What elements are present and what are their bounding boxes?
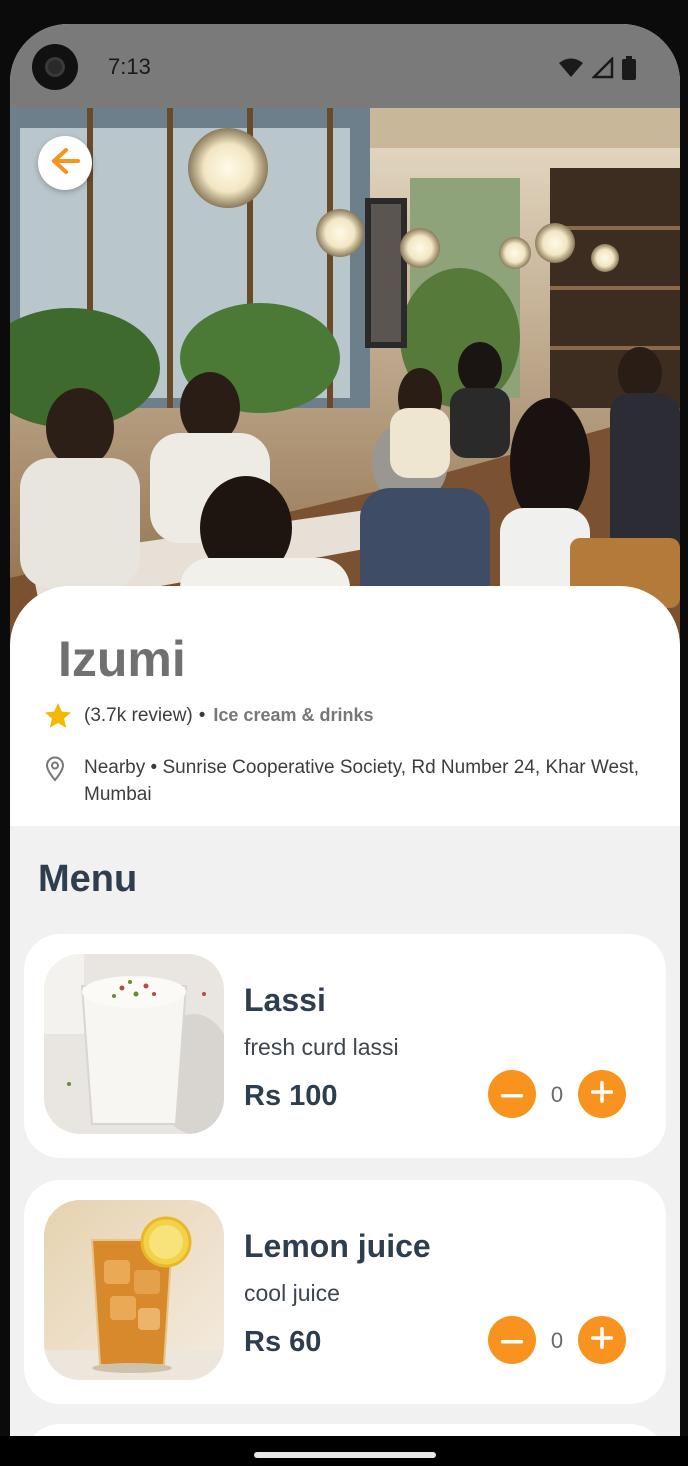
menu-item-price: Rs 100 <box>244 1080 338 1112</box>
menu-item-card[interactable]: Lassi fresh curd lassi Rs 100 0 <box>24 934 666 1158</box>
address-row: Nearby • Sunrise Cooperative Society, Rd… <box>44 754 674 808</box>
status-bar: 7:13 <box>10 24 680 108</box>
arrow-left-icon <box>50 147 80 180</box>
lassi-image <box>44 954 224 1134</box>
wifi-icon <box>558 57 584 84</box>
status-icons <box>558 55 636 85</box>
restaurant-address: Nearby • Sunrise Cooperative Society, Rd… <box>84 757 640 805</box>
home-gesture-handle[interactable] <box>254 1452 436 1458</box>
minus-icon <box>501 1331 523 1349</box>
menu-item-price: Rs 60 <box>244 1326 322 1358</box>
front-camera <box>32 44 78 90</box>
location-pin-icon <box>44 756 66 790</box>
quantity-value: 0 <box>550 1328 564 1353</box>
signal-icon <box>590 55 614 84</box>
decrease-quantity-button[interactable] <box>488 1316 536 1364</box>
decrease-quantity-button[interactable] <box>488 1070 536 1118</box>
menu-item-card-partial[interactable] <box>24 1424 666 1436</box>
lemon-juice-image <box>44 1200 224 1380</box>
rating-separator: • <box>198 704 206 726</box>
restaurant-category: Ice cream & drinks <box>213 705 374 725</box>
minus-icon <box>501 1085 523 1103</box>
restaurant-name: Izumi <box>58 631 186 687</box>
device-frame: 7:13 Izumi (3.7k review) • Ice cream & d… <box>0 0 688 1466</box>
quantity-stepper: 0 <box>488 1070 626 1118</box>
menu-item-card[interactable]: Lemon juice cool juice Rs 60 0 <box>24 1180 666 1404</box>
menu-item-name: Lemon juice <box>244 1228 431 1264</box>
restaurant-info-card: Izumi (3.7k review) • Ice cream & drinks… <box>10 586 680 826</box>
navigation-bar <box>0 1436 688 1466</box>
app-screen: 7:13 Izumi (3.7k review) • Ice cream & d… <box>10 24 680 1436</box>
star-icon <box>44 702 72 729</box>
menu-item-name: Lassi <box>244 982 326 1018</box>
increase-quantity-button[interactable] <box>578 1070 626 1118</box>
restaurant-hero-image <box>10 108 680 644</box>
review-count: (3.7k review) <box>84 704 193 726</box>
quantity-value: 0 <box>550 1082 564 1107</box>
back-button[interactable] <box>38 136 92 190</box>
plus-icon <box>591 1080 613 1108</box>
status-time: 7:13 <box>108 54 151 79</box>
menu-item-description: fresh curd lassi <box>244 1034 399 1060</box>
battery-icon <box>622 56 636 85</box>
menu-title: Menu <box>38 858 138 900</box>
quantity-stepper: 0 <box>488 1316 626 1364</box>
menu-item-description: cool juice <box>244 1280 340 1306</box>
increase-quantity-button[interactable] <box>578 1316 626 1364</box>
plus-icon <box>591 1326 613 1354</box>
rating-row: (3.7k review) • Ice cream & drinks <box>44 702 374 729</box>
